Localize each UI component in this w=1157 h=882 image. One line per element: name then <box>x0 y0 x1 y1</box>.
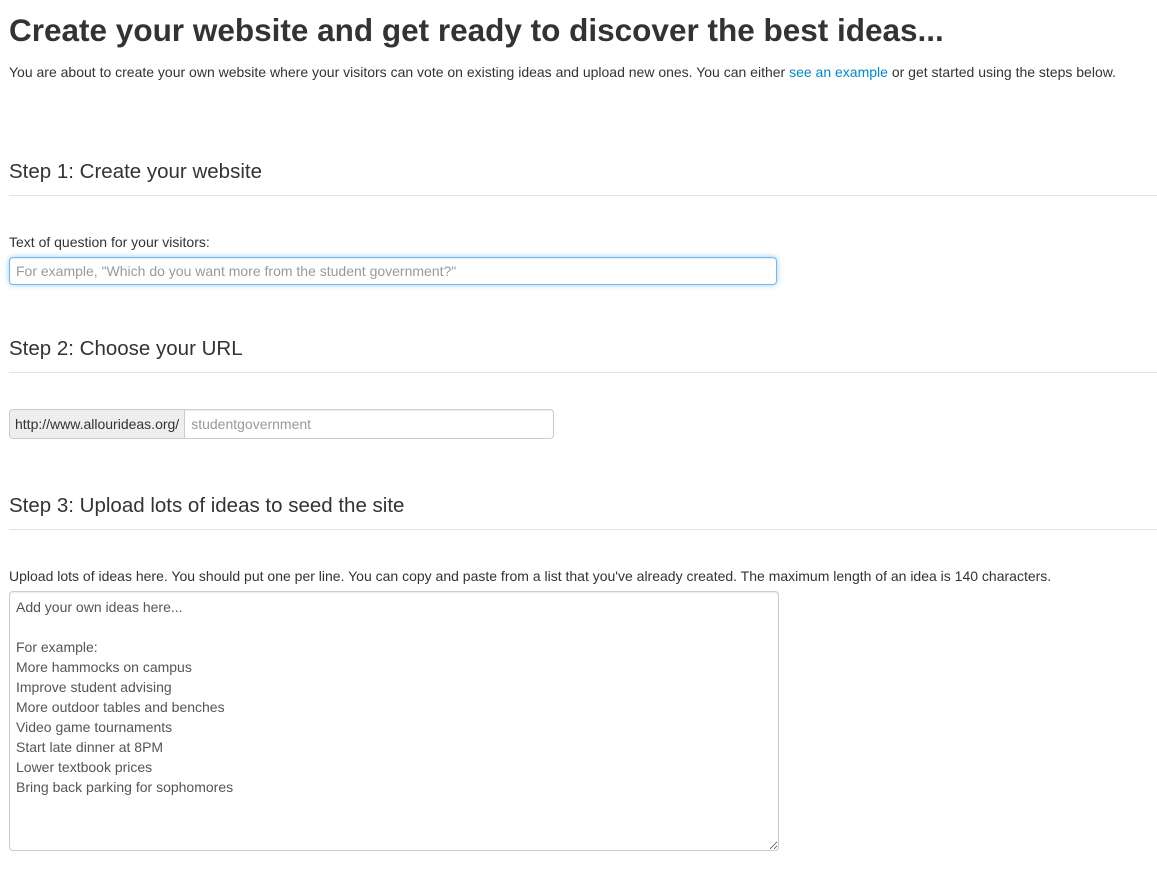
step2-heading: Step 2: Choose your URL <box>9 335 1157 373</box>
question-input[interactable] <box>9 257 777 285</box>
intro-text-before: You are about to create your own website… <box>9 64 790 80</box>
step1-heading: Step 1: Create your website <box>9 158 1157 196</box>
intro-text: You are about to create your own website… <box>9 62 1116 82</box>
step3-heading: Step 3: Upload lots of ideas to seed the… <box>9 492 1157 530</box>
ideas-label: Upload lots of ideas here. You should pu… <box>9 568 1052 584</box>
intro-text-after: or get started using the steps below. <box>887 64 1116 80</box>
url-prefix: http://www.allourideas.org/ <box>9 409 185 439</box>
question-label: Text of question for your visitors: <box>9 234 210 250</box>
page-title: Create your website and get ready to dis… <box>9 12 944 48</box>
see-example-link[interactable]: see an example <box>789 64 888 80</box>
url-input-group: http://www.allourideas.org/ <box>9 409 555 439</box>
page: Create your website and get ready to dis… <box>0 0 1157 882</box>
ideas-textarea[interactable]: Add your own ideas here... For example: … <box>9 591 779 851</box>
url-slug-input[interactable] <box>184 409 555 439</box>
